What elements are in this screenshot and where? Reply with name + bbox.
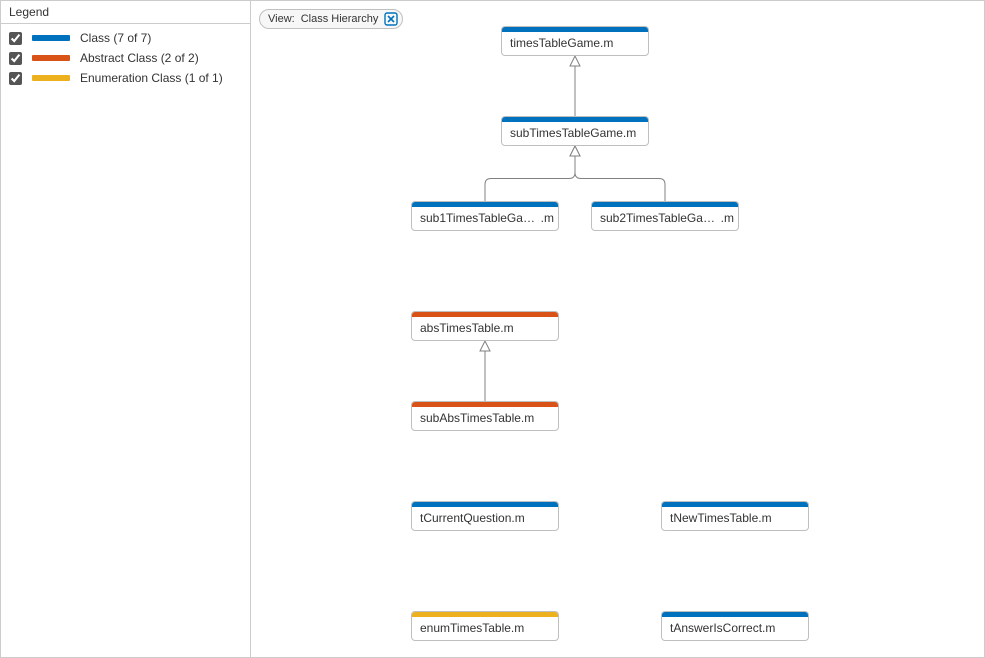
legend-item: Enumeration Class (1 of 1)	[1, 68, 250, 88]
node-label: subTimesTableGame.m	[510, 126, 644, 140]
close-icon[interactable]	[384, 12, 398, 26]
class-node[interactable]: timesTableGame.m	[501, 26, 649, 56]
node-type-bar	[592, 202, 738, 207]
hierarchy-edges	[251, 1, 984, 657]
legend-panel: Legend Class (7 of 7) Abstract Class (2 o…	[1, 1, 251, 657]
app-root: Legend Class (7 of 7) Abstract Class (2 o…	[0, 0, 985, 658]
node-label: enumTimesTable.m	[420, 621, 554, 635]
class-node[interactable]: sub2TimesTableGa… .m	[591, 201, 739, 231]
class-node[interactable]: subTimesTableGame.m	[501, 116, 649, 146]
legend-item: Abstract Class (2 of 2)	[1, 48, 250, 68]
node-type-bar	[412, 502, 558, 507]
diagram-canvas[interactable]: View: Class Hierarchy timesTableGame.m su…	[251, 1, 984, 657]
node-ext: .m	[721, 211, 734, 225]
class-node[interactable]: tAnswerIsCorrect.m	[661, 611, 809, 641]
view-label: Class Hierarchy	[301, 13, 379, 25]
legend-label: Class (7 of 7)	[80, 31, 151, 45]
node-label: subAbsTimesTable.m	[420, 411, 554, 425]
class-node[interactable]: absTimesTable.m	[411, 311, 559, 341]
node-label: absTimesTable.m	[420, 321, 554, 335]
node-type-bar	[502, 27, 648, 32]
node-label: tAnswerIsCorrect.m	[670, 621, 804, 635]
node-type-bar	[412, 312, 558, 317]
legend-item: Class (7 of 7)	[1, 28, 250, 48]
legend-label: Abstract Class (2 of 2)	[80, 51, 199, 65]
legend-swatch	[32, 55, 70, 61]
legend-checkbox[interactable]	[9, 32, 22, 45]
node-label: timesTableGame.m	[510, 36, 644, 50]
class-node[interactable]: tCurrentQuestion.m	[411, 501, 559, 531]
class-node[interactable]: tNewTimesTable.m	[661, 501, 809, 531]
legend-checkbox[interactable]	[9, 72, 22, 85]
legend-checkbox[interactable]	[9, 52, 22, 65]
node-type-bar	[412, 612, 558, 617]
node-label: sub1TimesTableGa…	[420, 211, 537, 225]
view-chip[interactable]: View: Class Hierarchy	[259, 9, 403, 29]
legend-swatch	[32, 75, 70, 81]
legend-items: Class (7 of 7) Abstract Class (2 of 2) Enu…	[1, 24, 250, 92]
node-ext: .m	[541, 211, 554, 225]
class-node[interactable]: sub1TimesTableGa… .m	[411, 201, 559, 231]
class-node[interactable]: enumTimesTable.m	[411, 611, 559, 641]
legend-label: Enumeration Class (1 of 1)	[80, 71, 223, 85]
node-type-bar	[502, 117, 648, 122]
legend-swatch	[32, 35, 70, 41]
node-type-bar	[662, 502, 808, 507]
node-label: tNewTimesTable.m	[670, 511, 804, 525]
node-label: tCurrentQuestion.m	[420, 511, 554, 525]
node-label: sub2TimesTableGa…	[600, 211, 717, 225]
node-type-bar	[662, 612, 808, 617]
legend-title: Legend	[1, 1, 250, 24]
node-type-bar	[412, 402, 558, 407]
node-type-bar	[412, 202, 558, 207]
class-node[interactable]: subAbsTimesTable.m	[411, 401, 559, 431]
view-prefix: View:	[268, 13, 295, 25]
